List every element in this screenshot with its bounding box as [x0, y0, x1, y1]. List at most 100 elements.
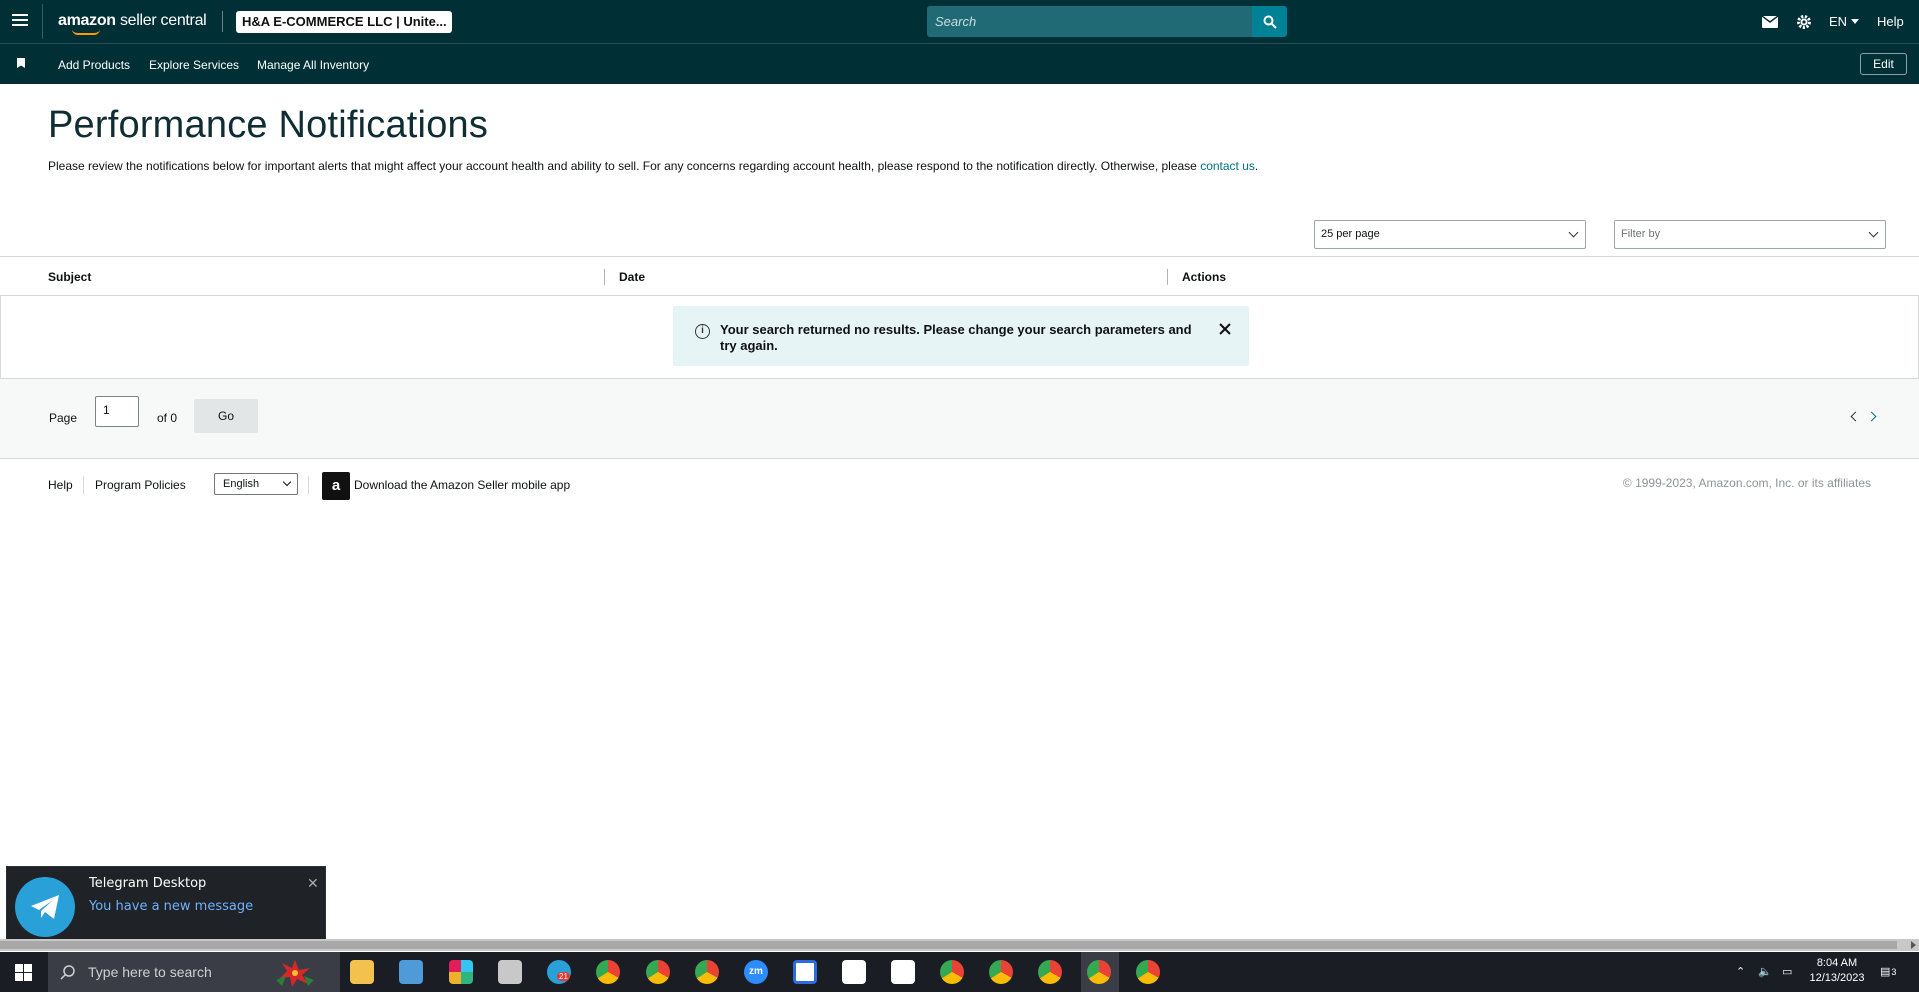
telegram-icon [15, 877, 75, 937]
column-divider [604, 269, 605, 285]
settings-gear-icon[interactable] [1796, 0, 1812, 43]
caret-down-icon [1851, 19, 1860, 24]
toast-message[interactable]: You have a new message [89, 899, 253, 914]
chart-app-2-icon[interactable] [891, 960, 915, 984]
no-results-alert: i Your search returned no results. Pleas… [673, 306, 1249, 366]
chrome-profile-1-icon[interactable] [596, 960, 620, 984]
page-label: Page [49, 411, 78, 425]
footer-language-value: English [223, 478, 260, 490]
program-policies-link[interactable]: Program Policies [95, 478, 186, 492]
chrome-active-icon[interactable] [1087, 960, 1111, 984]
nav-manage-all-inventory[interactable]: Manage All Inventory [257, 58, 369, 72]
help-link[interactable]: Help [1877, 0, 1904, 43]
chart-app-1-icon[interactable] [842, 960, 866, 984]
scroll-right-icon[interactable] [1911, 941, 1916, 949]
column-actions: Actions [1182, 270, 1227, 284]
divider [222, 11, 223, 32]
network-icon[interactable]: ▭ [1782, 952, 1792, 992]
column-divider [1167, 269, 1168, 285]
search-button[interactable] [1252, 6, 1287, 37]
footer: Help Program Policies English a Download… [0, 460, 1919, 510]
amazon-app-icon[interactable]: a [322, 472, 350, 500]
search-input[interactable]: Search [927, 6, 1252, 37]
language-label: EN [1829, 14, 1848, 29]
chrome-profile-2-icon[interactable] [646, 960, 670, 984]
calculator-icon[interactable] [498, 960, 522, 984]
chevron-down-icon [1868, 227, 1879, 238]
chrome-profile-3-icon[interactable] [695, 960, 719, 984]
windows-logo-icon [14, 963, 32, 981]
chrome-profile-7-icon[interactable] [1136, 960, 1160, 984]
logo-smile-icon [72, 29, 100, 35]
telegram-unread-badge: 21 [557, 972, 570, 981]
logo-seller-central-text: seller central [119, 12, 207, 29]
page-title: Performance Notifications [48, 104, 489, 146]
file-explorer-icon[interactable] [350, 960, 374, 984]
logo-amazon-text: amazon [58, 12, 116, 29]
per-page-select[interactable]: 25 per page [1314, 220, 1586, 249]
footer-help-link[interactable]: Help [48, 478, 73, 492]
mail-icon[interactable] [1762, 0, 1778, 43]
telegram-notification-toast[interactable]: Telegram Desktop You have a new message … [6, 866, 326, 946]
taskbar-search-icon [60, 965, 75, 980]
info-icon: i [695, 324, 710, 339]
previous-page-icon[interactable] [1850, 411, 1861, 422]
poinsettia-decoration-icon [272, 958, 318, 988]
toast-title: Telegram Desktop [89, 876, 207, 891]
volume-icon[interactable]: 🔈 [1758, 952, 1772, 992]
action-center-icon[interactable]: ▤3 [1880, 952, 1896, 992]
column-date[interactable]: Date [619, 270, 645, 284]
clock[interactable]: 8:04 AM 12/13/2023 [1807, 957, 1867, 997]
nav-explore-services[interactable]: Explore Services [149, 58, 239, 72]
per-page-value: 25 per page [1321, 228, 1380, 240]
nav-add-products[interactable]: Add Products [58, 58, 130, 72]
page-description: Please review the notifications below fo… [48, 158, 1288, 174]
contact-us-link[interactable]: contact us [1200, 159, 1255, 173]
search-icon [1263, 15, 1277, 29]
description-period: . [1254, 159, 1259, 173]
toast-close-icon[interactable]: ✕ [307, 875, 319, 892]
chevron-down-icon [1568, 227, 1579, 238]
language-selector[interactable]: EN [1829, 0, 1860, 43]
copyright-text: © 1999-2023, Amazon.com, Inc. or its aff… [1622, 476, 1871, 490]
page-number-input[interactable]: 1 [95, 396, 139, 427]
bookmark-icon[interactable] [17, 58, 25, 68]
chrome-profile-6-icon[interactable] [1038, 960, 1062, 984]
next-page-icon[interactable] [1866, 411, 1877, 422]
slack-icon[interactable] [449, 960, 473, 984]
show-hidden-icons-icon[interactable]: ⌃ [1736, 952, 1745, 992]
filter-by-placeholder: Filter by [1621, 228, 1661, 240]
page-count-label: of 0 [157, 411, 178, 425]
bookmark-bar: Add Products Explore Services Manage All… [0, 43, 1919, 84]
footer-language-select[interactable]: English [214, 473, 298, 495]
clock-date: 12/13/2023 [1809, 972, 1865, 984]
divider [308, 476, 309, 494]
filter-by-select[interactable]: Filter by [1614, 220, 1886, 249]
hamburger-menu-icon[interactable] [12, 14, 28, 28]
close-icon[interactable] [1217, 321, 1233, 337]
clock-time: 8:04 AM [1816, 957, 1858, 969]
table-header: Subject Date Actions [0, 256, 1919, 296]
edit-bookmarks-button[interactable]: Edit [1860, 53, 1907, 75]
zoom-icon[interactable]: zm [744, 960, 768, 984]
table-body: i Your search returned no results. Pleas… [0, 296, 1919, 379]
column-subject[interactable]: Subject [48, 270, 91, 284]
divider [83, 476, 84, 494]
divider [42, 4, 43, 39]
go-button[interactable]: Go [194, 399, 258, 433]
windows-start-button[interactable] [0, 952, 46, 992]
download-app-link[interactable]: Download the Amazon Seller mobile app [354, 478, 570, 492]
pagination-bar: Page 1 of 0 Go [0, 379, 1919, 459]
chevron-down-icon [282, 477, 292, 487]
chrome-profile-5-icon[interactable] [989, 960, 1013, 984]
scrollbar-thumb[interactable] [0, 941, 1897, 949]
windows-taskbar: Type here to search 21 zm ⌃ 🔈 ▭ 8:04 AM … [0, 952, 1919, 992]
chrome-profile-4-icon[interactable] [940, 960, 964, 984]
notepad-icon[interactable] [399, 960, 423, 984]
no-results-message: Your search returned no results. Please … [720, 322, 1192, 353]
account-switcher[interactable]: H&A E-COMMERCE LLC | Unite... [236, 11, 452, 33]
r-app-icon[interactable] [793, 960, 817, 984]
seller-central-logo[interactable]: amazon seller central [58, 12, 207, 35]
telegram-taskbar-icon[interactable]: 21 [547, 960, 571, 984]
horizontal-scrollbar[interactable] [0, 939, 1919, 951]
